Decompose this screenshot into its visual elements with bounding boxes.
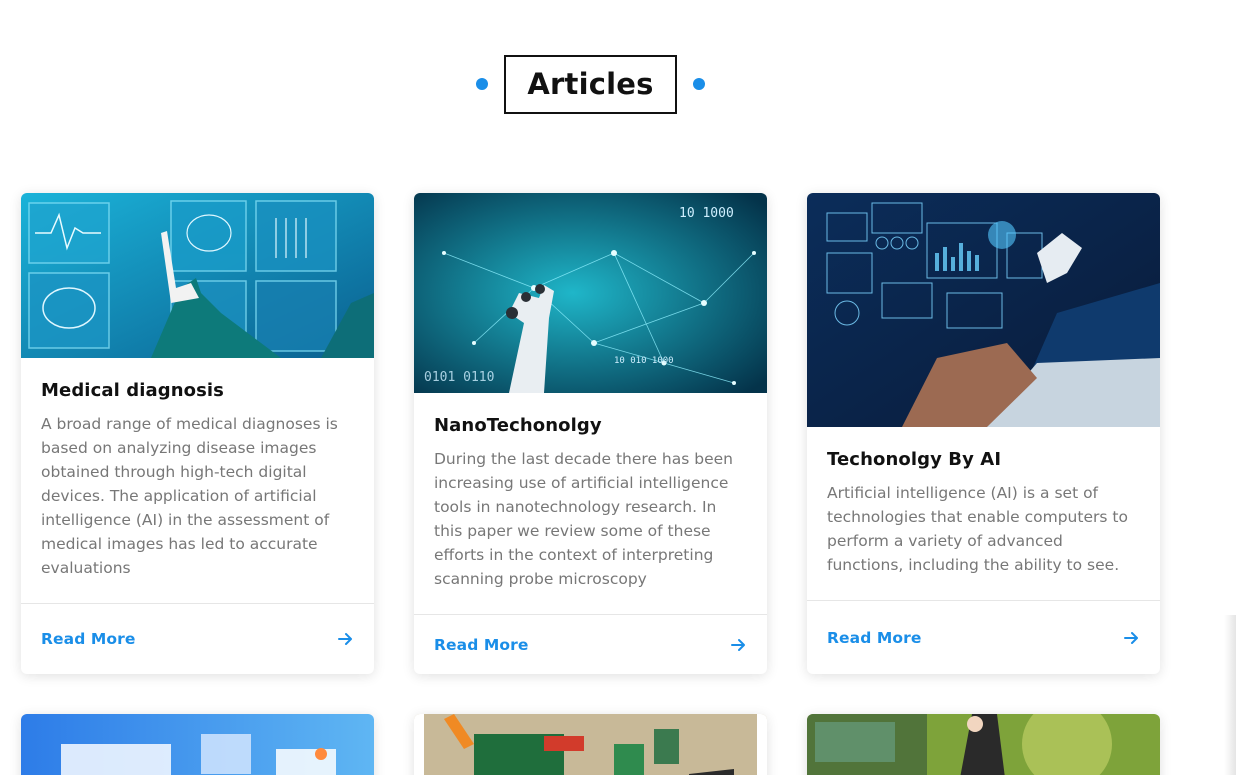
read-more-link[interactable]: Read More — [41, 630, 136, 648]
section-title: Articles — [504, 54, 677, 114]
right-edge-shadow — [1224, 615, 1236, 775]
medical-scan-image[interactable] — [21, 193, 374, 358]
article-card-next-1[interactable] — [21, 714, 374, 775]
article-title[interactable]: Techonolgy By AI — [827, 449, 1140, 470]
article-title[interactable]: NanoTechonolgy — [434, 415, 747, 436]
svg-text:10 1000: 10 1000 — [679, 206, 734, 221]
svg-text:0101 0110: 0101 0110 — [424, 370, 494, 385]
robot-hand-network-image[interactable]: 10 1000 10 010 1000 0101 0110 — [414, 193, 767, 393]
arrow-right-icon[interactable] — [1122, 629, 1140, 647]
card-footer: Read More — [414, 614, 767, 674]
laptop-ai-hologram-image[interactable] — [807, 193, 1160, 427]
card-footer: Read More — [21, 603, 374, 674]
title-right-dot — [692, 78, 705, 90]
title-left-dot — [476, 78, 489, 90]
article-card-medical[interactable]: Medical diagnosis A broad range of medic… — [21, 193, 374, 674]
section-header: Articles — [0, 54, 1181, 114]
article-description: Artificial intelligence (AI) is a set of… — [827, 484, 1128, 574]
arrow-right-icon[interactable] — [336, 630, 354, 648]
article-title[interactable]: Medical diagnosis — [41, 380, 354, 401]
article-card-ai[interactable]: Techonolgy By AI Artificial intelligence… — [807, 193, 1160, 674]
article-description: During the last decade there has been in… — [434, 450, 733, 588]
svg-text:10 010 1000: 10 010 1000 — [614, 356, 674, 366]
runner-park-image — [807, 714, 1160, 775]
article-card-next-2[interactable] — [414, 714, 767, 775]
card-footer: Read More — [807, 600, 1160, 674]
isometric-web-image — [21, 714, 374, 775]
article-card-nanotech[interactable]: 10 1000 10 010 1000 0101 0110 NanoTechon… — [414, 193, 767, 674]
read-more-link[interactable]: Read More — [434, 636, 529, 654]
article-description: A broad range of medical diagnoses is ba… — [41, 415, 338, 577]
laptop-hologram-illustration — [807, 193, 1160, 427]
circuit-board-tools-image — [414, 714, 767, 775]
arrow-right-icon[interactable] — [729, 636, 747, 654]
robot-hand-illustration: 10 1000 10 010 1000 0101 0110 — [414, 193, 767, 393]
article-card-next-3[interactable] — [807, 714, 1160, 775]
read-more-link[interactable]: Read More — [827, 629, 922, 647]
medical-scan-illustration — [21, 193, 374, 358]
